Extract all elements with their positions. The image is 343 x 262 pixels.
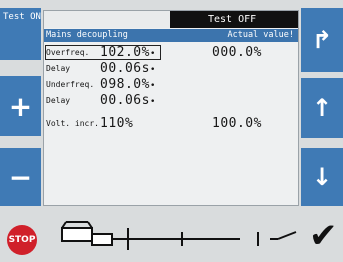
- scroll-up-button[interactable]: ↑: [301, 78, 343, 138]
- scroll-down-button[interactable]: ↓: [301, 148, 343, 206]
- actual-value: 000.0%: [212, 45, 262, 60]
- status-bar: Test OFF: [44, 11, 298, 28]
- test-status-text: Test OFF: [208, 14, 257, 25]
- down-arrow-icon: ↓: [311, 163, 333, 191]
- up-arrow-icon: ↑: [311, 94, 333, 122]
- parameter-value[interactable]: 00.06s•: [100, 93, 156, 110]
- test-status-indicator: Test OFF: [170, 11, 298, 28]
- decrease-button[interactable]: −: [0, 148, 41, 206]
- parameter-row-voltage-increase[interactable]: Volt. incr. 110% 100.0%: [44, 116, 298, 131]
- test-on-button[interactable]: Test ON: [0, 8, 41, 60]
- minus-icon: −: [8, 160, 33, 194]
- parameter-row-overfrequency[interactable]: Overfreq. 102.0%• 000.0%: [44, 45, 298, 60]
- page-title: Mains decoupling: [46, 30, 128, 40]
- parameter-value[interactable]: 098.0%•: [100, 77, 156, 94]
- parameter-row-delay[interactable]: Delay 00.06s•: [44, 93, 298, 108]
- status-left-area: [44, 11, 170, 28]
- parameter-label: Delay: [46, 96, 71, 105]
- parameter-row-underfrequency[interactable]: Underfreq. 098.0%•: [44, 77, 298, 92]
- plus-icon: +: [8, 89, 33, 123]
- parameter-value[interactable]: 102.0%•: [100, 45, 156, 62]
- test-on-label: Test ON: [3, 12, 41, 22]
- increase-button[interactable]: +: [0, 76, 41, 136]
- parameter-label: Underfreq.: [46, 80, 95, 89]
- single-line-diagram-icon: [61, 221, 297, 250]
- actual-value: 100.0%: [212, 116, 262, 131]
- actual-value-header: Actual value!: [227, 30, 294, 40]
- parameter-label: Delay: [46, 64, 71, 73]
- footer-bar: STOP ✔: [0, 208, 343, 262]
- parameter-row-delay[interactable]: Delay 00.06s•: [44, 61, 298, 76]
- lcd-screen: Test OFF Mains decoupling Actual value! …: [43, 10, 299, 206]
- back-button[interactable]: ↱: [301, 8, 343, 72]
- parameter-value[interactable]: 110%: [100, 116, 133, 133]
- title-bar: Mains decoupling Actual value!: [44, 29, 298, 42]
- corner-arrow-icon: ↱: [311, 26, 333, 54]
- check-icon[interactable]: ✔: [309, 216, 338, 256]
- parameter-label: Overfreq.: [46, 48, 90, 57]
- parameter-label: Volt. incr.: [46, 119, 99, 128]
- parameter-value[interactable]: 00.06s•: [100, 61, 156, 78]
